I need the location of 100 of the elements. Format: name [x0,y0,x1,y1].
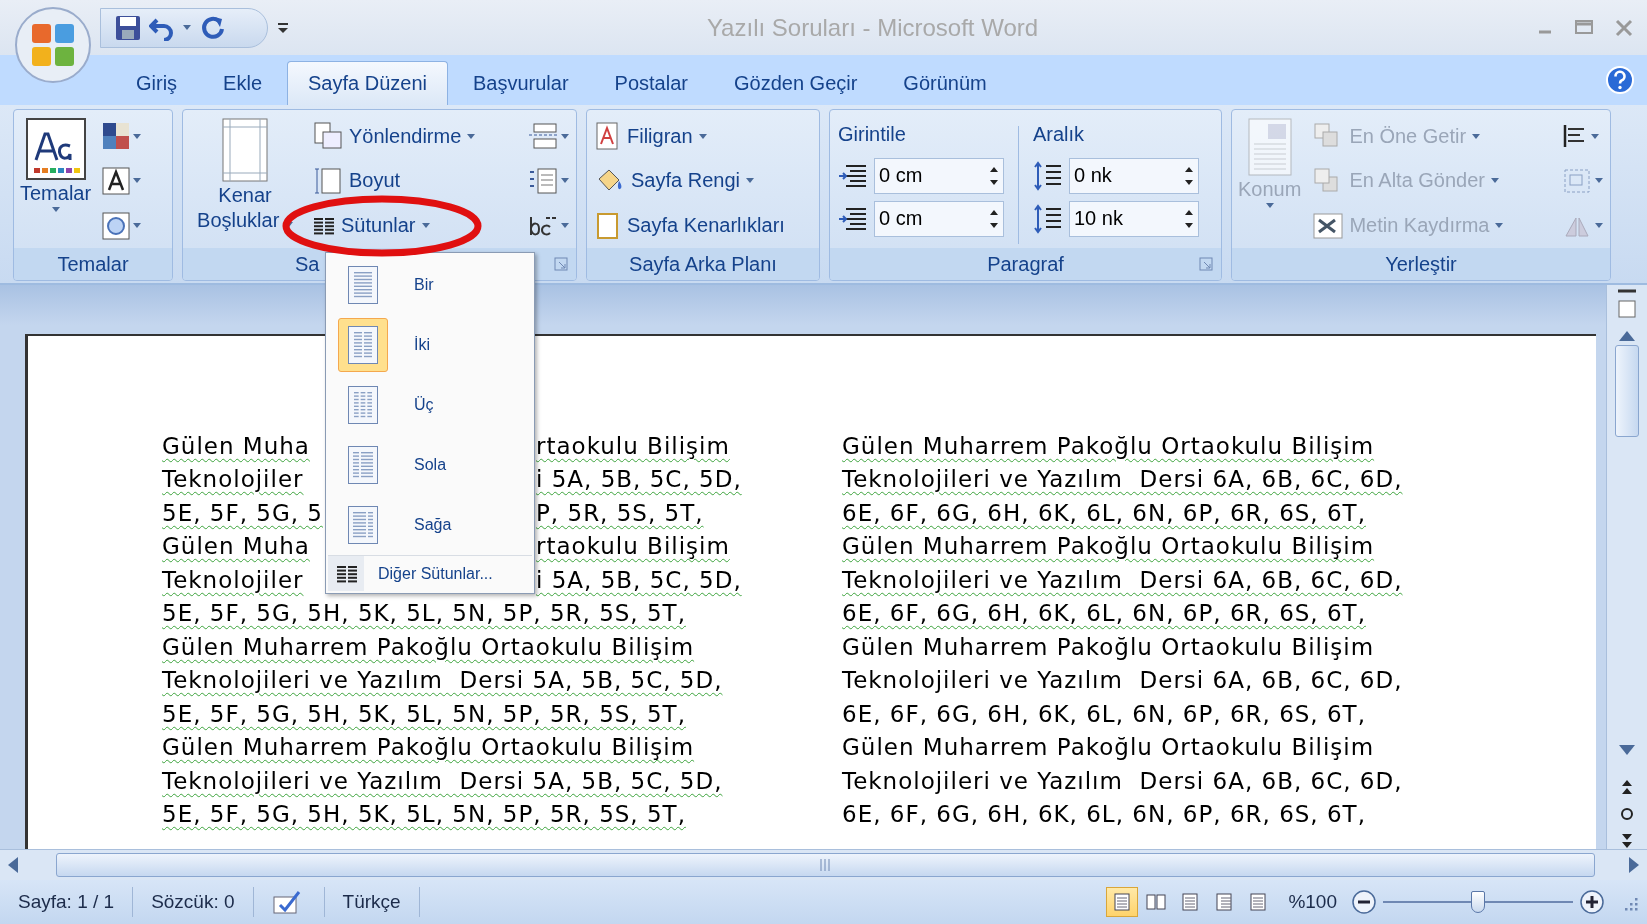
previous-page-icon[interactable] [1621,779,1633,795]
page-view-icon [1180,893,1201,911]
document-text: Gülen Muharrem Pakoğlu Ortaokulu Bilişim [842,533,1375,560]
caret-icon [1265,203,1274,208]
font-icon [102,167,131,195]
watermark-icon [595,122,621,151]
word-count[interactable]: Sözcük: 0 [151,891,235,913]
ribbon-tab[interactable]: Postalar [593,61,709,105]
caret-icon [51,207,60,212]
document-text: rtaokulu Bilişim [536,432,730,459]
more-columns-item[interactable]: Diğer Sütunlar... [328,555,532,591]
document-text: Gülen Muha [162,533,310,560]
caret-icon [133,223,142,229]
page-background-button[interactable]: Sayfa Kenarlıkları [591,204,789,248]
column-layout-icon [348,266,378,304]
columns-menu-item[interactable]: Sağa [328,495,532,555]
caret-icon [561,223,569,229]
dialog-launcher-icon[interactable] [554,257,568,271]
document-text: 6E, 6F, 6G, 6H, 6K, 6L, 6N, 6P, 6R, 6S, 6T, [842,499,1366,526]
caret-icon [1595,178,1603,184]
ribbon-tab[interactable]: Görünüm [882,61,1008,105]
scroll-down-icon[interactable] [1619,745,1635,755]
page-setup-button[interactable]: Yönlendirme [309,114,480,158]
window-title: Yazılı Soruları - Microsoft Word [705,13,1040,42]
document-text: Gülen Muharrem Pakoğlu Ortaokulu Bilişim [162,734,695,761]
zoom-level[interactable]: %100 [1288,891,1337,913]
close-icon[interactable] [1615,18,1633,37]
column-layout-icon [348,326,378,364]
page-view-icon [1214,893,1235,911]
browse-object-icon[interactable] [1620,807,1634,821]
spacing-spinner[interactable]: 0 nk [1069,157,1199,194]
page-background-button[interactable]: Sayfa Rengi [591,159,789,203]
column-layout-icon [348,386,378,424]
document-text: 6E, 6F, 6G, 6H, 6K, 6L, 6N, 6P, 6R, 6S, 6T, [842,700,1366,727]
document-text: 6E, 6F, 6G, 6H, 6K, 6L, 6N, 6P, 6R, 6S, 6T, [842,600,1366,627]
indent-spinner[interactable]: 0 cm [874,157,1004,194]
scroll-thumb[interactable] [1615,345,1639,437]
columns-menu-item[interactable]: İki [328,315,532,375]
scroll-right-icon[interactable] [1629,857,1639,873]
caret-icon [561,178,569,184]
document-text: Gülen Muha [162,432,310,459]
maximize-icon[interactable] [1575,18,1593,35]
redo-icon[interactable] [199,14,225,41]
help-icon[interactable] [1605,65,1635,95]
zoom-slider-thumb[interactable] [1471,891,1485,913]
document-text: P, 5R, 5S, 5T, [536,499,704,526]
themes-button[interactable]: Temalar [18,114,94,248]
columns-menu-item[interactable]: Sola [328,435,532,495]
indent-spinner[interactable]: 0 cm [874,200,1004,237]
ribbon-tab[interactable]: Gözden Geçir [712,61,879,105]
page-setup-button[interactable]: Boyut [309,159,480,203]
spacing-spinner[interactable]: 10 nk [1069,200,1199,237]
customize-toolbar-icon[interactable] [278,21,288,34]
column-layout-icon [348,506,378,544]
page-count[interactable]: Sayfa: 1 / 1 [18,891,115,913]
document-text: 5E, 5F, 5G, 5H, 5K, 5L, 5N, 5P, 5R, 5S, 5T, [162,600,686,627]
dialog-launcher-icon[interactable] [1199,257,1213,271]
caret-icon [421,223,430,229]
spacing-after-icon [1033,203,1063,234]
group-label: Paragraf [987,252,1064,276]
document-text: Gülen Muharrem Pakoğlu Ortaokulu Bilişim [842,633,1375,660]
document-text: Teknolojileri ve Yazılım Dersi 5A, 5B, 5C, 5D, [162,767,723,794]
scroll-thumb[interactable] [56,853,1595,877]
caret-icon [745,178,754,184]
ribbon-tab[interactable]: Ekle [202,61,283,105]
view-button[interactable] [1106,887,1139,917]
document-text: 5E, 5F, 5G, 5H, 5K, 5L, 5N, 5P, 5R, 5S, 5T, [162,700,686,727]
zoom-in-icon[interactable] [1579,889,1605,915]
color-squares-icon [102,122,131,151]
office-button[interactable] [14,6,92,84]
ribbon-tab[interactable]: Başvurular [452,61,590,105]
themes-icon [25,118,86,180]
text-wrap-icon [1313,211,1344,240]
caret-icon [1472,133,1481,139]
columns-menu-item[interactable]: Bir [328,255,532,315]
scroll-up-icon[interactable] [1619,331,1635,341]
save-icon[interactable] [115,14,141,41]
column-layout-icon [348,446,378,484]
columns-icon [313,215,335,236]
circle-effect-icon [102,211,131,240]
caret-icon [133,133,142,139]
ribbon-tab[interactable]: Sayfa Düzeni [287,61,448,105]
document-text: Gülen Muharrem Pakoğlu Ortaokulu Bilişim [162,633,695,660]
document-text: Teknolojileri ve Yazılım Dersi 5A, 5B, 5C, 5D, [162,667,723,694]
caret-icon [1491,178,1500,184]
document-text: i 5A, 5B, 5C, 5D, [536,466,742,493]
columns-menu-item[interactable]: Üç [328,375,532,435]
language-indicator[interactable]: Türkçe [342,891,401,913]
scroll-left-icon[interactable] [8,857,18,873]
page-background-button[interactable]: Filigran [591,114,789,158]
page-break-icon [528,123,558,150]
caret-icon [698,133,707,139]
zoom-out-icon[interactable] [1351,889,1377,915]
spacing-before-icon [1033,160,1063,191]
vertical-scrollbar[interactable] [1606,285,1647,849]
ribbon-tab[interactable]: Giriş [115,61,199,105]
next-page-icon[interactable] [1621,833,1633,849]
horizontal-scrollbar[interactable] [0,849,1647,880]
caret-icon [133,178,142,184]
document-text: Teknolojileri ve Yazılım Dersi 6A, 6B, 6C, 6D, [842,667,1403,694]
